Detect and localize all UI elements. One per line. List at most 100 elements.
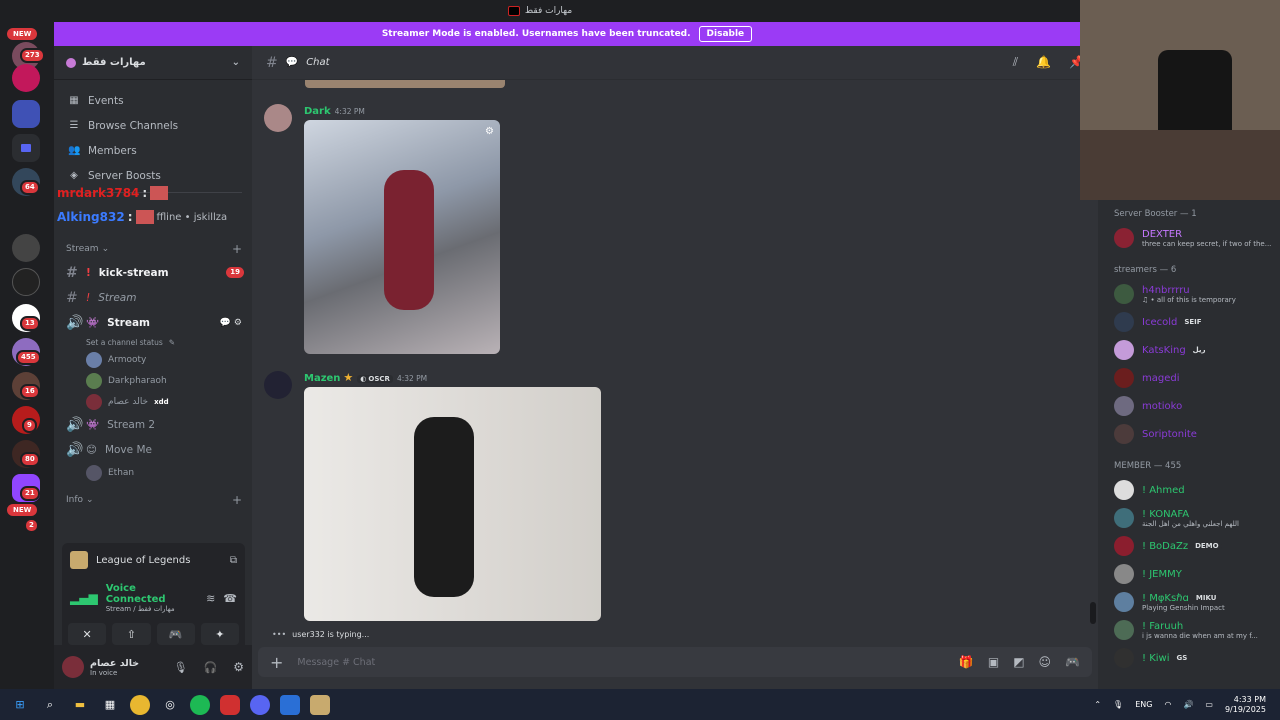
channel-stream-2[interactable]: 🔊 👾 Stream 2 <box>54 412 252 437</box>
voice-user[interactable]: Armooty <box>54 349 252 370</box>
volume-icon[interactable]: 🔊 <box>1183 700 1193 709</box>
member-item[interactable]: ! MφKsℏɑ MIKU Playing Genshin Impact <box>1098 588 1280 616</box>
member-item[interactable]: ! Faruuh i js wanna die when am at my f..… <box>1098 616 1280 644</box>
message-author[interactable]: Dark <box>304 106 331 117</box>
headphones-icon[interactable]: 🎧 <box>204 661 218 674</box>
game-activity[interactable]: League of Legends ⧉ <box>62 543 245 577</box>
microphone-icon[interactable]: 🎙 <box>174 661 188 674</box>
microphone-icon[interactable]: 🎙 <box>1113 700 1123 709</box>
member-item[interactable]: ! BoDaZz DEMO <box>1098 532 1280 560</box>
voice-actions-icons[interactable]: 💬 ⚙ <box>220 318 242 328</box>
message-input[interactable]: Message # Chat <box>297 657 375 668</box>
avatar[interactable] <box>264 371 292 399</box>
member-item[interactable]: DEXTER three can keep secret, if two of t… <box>1098 224 1280 252</box>
discord-icon[interactable] <box>250 694 270 715</box>
screen-share-icon[interactable]: ⧉ <box>230 555 237 566</box>
wifi-icon[interactable]: ◠ <box>1164 700 1171 709</box>
server-icon[interactable] <box>12 268 40 296</box>
video-attachment[interactable] <box>304 387 601 621</box>
voice-user[interactable]: خالد عصام xdd <box>54 391 252 412</box>
browse-channels-item[interactable]: ☰ Browse Channels <box>54 113 252 138</box>
emoji-icon[interactable]: ☺ <box>1039 655 1052 669</box>
voice-channel-path[interactable]: Stream / مهارات فقط <box>106 605 198 613</box>
apps-icon[interactable]: 🎮 <box>1065 655 1080 669</box>
folder-icon[interactable] <box>12 134 40 162</box>
avatar[interactable] <box>264 104 292 132</box>
gift-icon[interactable]: 🎁 <box>959 655 974 669</box>
disable-streamer-mode-button[interactable]: Disable <box>698 26 753 42</box>
gif-icon[interactable]: ▣ <box>988 655 999 669</box>
avatar[interactable] <box>62 656 84 678</box>
spotify-icon[interactable] <box>190 694 210 715</box>
speaker-icon: 🔊 <box>66 314 84 331</box>
message-composer[interactable]: + Message # Chat 🎁 ▣ ◩ ☺ 🎮 <box>258 647 1092 677</box>
category-info[interactable]: Info ⌄ + <box>54 489 252 511</box>
github-icon[interactable]: ◎ <box>160 695 180 715</box>
typing-dots-icon: ••• <box>272 630 287 639</box>
clock[interactable]: 4:33 PM 9/19/2025 <box>1225 695 1266 715</box>
voice-status[interactable]: Voice Connected <box>106 583 198 605</box>
server-icon[interactable] <box>12 100 40 128</box>
member-item[interactable]: Icecold SEIF <box>1098 308 1280 336</box>
add-channel-icon[interactable]: + <box>232 493 242 507</box>
member-item[interactable]: ! JEMMY <box>1098 560 1280 588</box>
app-icon[interactable] <box>280 694 300 715</box>
server-boosts-item[interactable]: ◈ Server Boosts <box>54 163 252 188</box>
disconnect-icon[interactable]: ☎ <box>223 592 237 605</box>
members-item[interactable]: 👥 Members <box>54 138 252 163</box>
windows-start-icon[interactable]: ⊞ <box>10 695 30 715</box>
soundboard-button[interactable]: ✦ <box>200 623 239 645</box>
scrollbar-thumb[interactable] <box>1090 602 1096 624</box>
language-indicator[interactable]: ENG <box>1135 700 1152 709</box>
member-item[interactable]: motioko <box>1098 392 1280 420</box>
oscr-icon: ◐ <box>360 375 367 383</box>
battery-icon[interactable]: ▭ <box>1205 700 1213 709</box>
member-group-header: Server Booster — 1 <box>1114 209 1197 219</box>
file-explorer-icon[interactable]: ▬ <box>70 695 90 715</box>
camera-off-button[interactable]: ✕ <box>68 623 107 645</box>
sticker-icon[interactable]: ◩ <box>1013 655 1024 669</box>
channel-stream-voice[interactable]: 🔊 👾 Stream 💬 ⚙ <box>54 310 252 335</box>
channel-kick-stream[interactable]: #! kick-stream 19 <box>54 260 252 285</box>
settings-gear-icon[interactable]: ⚙ <box>233 660 244 674</box>
voice-user[interactable]: Darkpharaoh <box>54 370 252 391</box>
chevron-up-icon[interactable]: ⌃ <box>1094 700 1101 709</box>
member-item[interactable]: ! Kiwi GS <box>1098 644 1280 672</box>
guild-header[interactable]: مهارات فقط ⌄ <box>54 46 252 80</box>
member-item[interactable]: KatsKing ريل <box>1098 336 1280 364</box>
server-icon[interactable] <box>12 234 40 262</box>
chrome-icon[interactable] <box>130 694 150 715</box>
bell-icon[interactable]: 🔔 <box>1036 55 1051 70</box>
store-icon[interactable]: ▦ <box>100 695 120 715</box>
member-item[interactable]: magedi <box>1098 364 1280 392</box>
server-icon[interactable] <box>12 64 40 92</box>
game-app-icon[interactable] <box>220 694 240 715</box>
add-attachment-icon[interactable]: + <box>270 653 283 672</box>
activity-button[interactable]: 🎮 <box>156 623 195 645</box>
gif-icon[interactable]: ⚙ <box>485 126 494 137</box>
channel-move-me[interactable]: 🔊 😊 Move Me <box>54 437 252 462</box>
channel-status[interactable]: Set a channel status ✎ <box>54 335 252 349</box>
server-tag-badge[interactable]: ◐ OSCR <box>357 375 393 383</box>
channel-label: Stream <box>107 316 150 329</box>
member-item[interactable]: Soriptonite <box>1098 420 1280 448</box>
video-attachment[interactable]: ⚙ <box>304 120 500 354</box>
previous-attachment[interactable] <box>305 80 505 88</box>
noise-suppression-icon[interactable]: ≋ <box>206 592 215 605</box>
add-channel-icon[interactable]: + <box>232 242 242 256</box>
channel-stream-text[interactable]: #! Stream <box>54 285 252 310</box>
search-icon[interactable]: ⌕ <box>40 695 60 715</box>
category-stream[interactable]: Stream ⌄ + <box>54 238 252 260</box>
events-item[interactable]: ▦ Events <box>54 88 252 113</box>
member-item[interactable]: ! Ahmed <box>1098 476 1280 504</box>
member-name: h4nbrrrru <box>1142 284 1190 296</box>
mention-badge: 273 <box>20 48 45 63</box>
voice-user[interactable]: Ethan <box>54 462 252 483</box>
league-client-icon[interactable] <box>310 694 330 715</box>
screen-share-button[interactable]: ⇧ <box>112 623 151 645</box>
member-item[interactable]: h4nbrrrru ♫ • all of this is temporary <box>1098 280 1280 308</box>
threads-icon[interactable]: ⫽ <box>1013 55 1018 70</box>
message-author[interactable]: Mazen <box>304 373 340 384</box>
speaker-icon: 🔊 <box>66 441 84 458</box>
member-item[interactable]: ! KONAFA اللهم اجعلني واهلي من اهل الجنة <box>1098 504 1280 532</box>
